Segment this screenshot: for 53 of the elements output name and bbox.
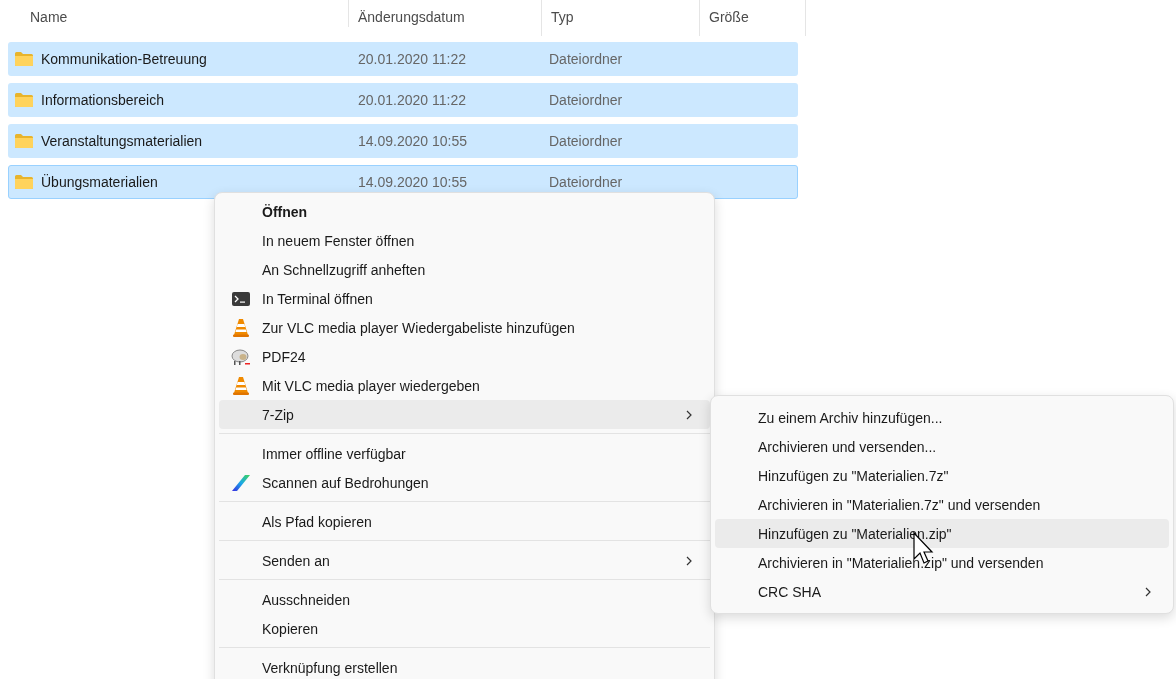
menu-item[interactable]: Ausschneiden	[219, 585, 710, 614]
file-name: Informationsbereich	[40, 92, 165, 108]
menu-item[interactable]: Zu einem Archiv hinzufügen...	[715, 403, 1169, 432]
modified-date: 20.01.2020 11:22	[358, 92, 467, 108]
modified-date: 14.09.2020 10:55	[358, 174, 468, 190]
menu-item[interactable]: Senden an	[219, 546, 710, 575]
folder-icon	[15, 93, 33, 107]
sheep-icon	[230, 347, 251, 366]
menu-item[interactable]: Archivieren und versenden...	[715, 432, 1169, 461]
file-type: Dateiordner	[549, 92, 623, 108]
menu-item[interactable]: PDF24	[219, 342, 710, 371]
traffic-cone-icon	[232, 318, 249, 337]
menu-item[interactable]: Archivieren in "Materialien.7z" und versenden	[715, 490, 1169, 519]
menu-item[interactable]: 7-Zip	[219, 400, 710, 429]
file-type: Dateiordner	[549, 51, 623, 67]
menu-item[interactable]: Scannen auf Bedrohungen	[219, 468, 710, 497]
file-name: Veranstaltungsmaterialien	[40, 133, 204, 149]
chevron-right-icon	[686, 555, 692, 566]
menu-item[interactable]: In neuem Fenster öffnen	[219, 226, 710, 255]
menu-item[interactable]: Öffnen	[219, 197, 710, 226]
folder-row[interactable]: Kommunikation-Betreuung 20.01.2020 11:22 Dateiordner	[8, 42, 798, 76]
column-header[interactable]: Änderungsdatum	[349, 0, 542, 36]
column-header[interactable]: Typ	[542, 0, 700, 36]
file-type: Dateiordner	[549, 174, 623, 190]
file-name: Kommunikation-Betreuung	[40, 51, 208, 67]
modified-date: 20.01.2020 11:22	[358, 51, 467, 67]
folder-icon	[15, 52, 33, 66]
menu-item[interactable]: Mit VLC media player wiedergeben	[219, 371, 710, 400]
column-header[interactable]: Größe	[700, 0, 806, 36]
menu-item[interactable]: CRC SHA	[715, 577, 1169, 606]
menu-item[interactable]: Hinzufügen zu "Materialien.zip"	[715, 519, 1169, 548]
folder-icon	[15, 175, 33, 189]
menu-item[interactable]: Immer offline verfügbar	[219, 439, 710, 468]
traffic-cone-icon	[232, 376, 249, 395]
column-header[interactable]: Name	[0, 0, 349, 27]
menu-item[interactable]: In Terminal öffnen	[219, 284, 710, 313]
chevron-right-icon	[1145, 586, 1151, 597]
terminal-icon	[231, 291, 250, 306]
folder-row[interactable]: Informationsbereich 20.01.2020 11:22 Dateiordner	[8, 83, 798, 117]
menu-item[interactable]: Archivieren in "Materialien.zip" und versenden	[715, 548, 1169, 577]
menu-item[interactable]: An Schnellzugriff anheften	[219, 255, 710, 284]
menu-item[interactable]: Kopieren	[219, 614, 710, 643]
menu-item[interactable]: Zur VLC media player Wiedergabeliste hinzufügen	[219, 313, 710, 342]
file-name: Übungsmaterialien	[40, 174, 159, 190]
folder-icon	[15, 134, 33, 148]
menu-item[interactable]: Hinzufügen zu "Materialien.7z"	[715, 461, 1169, 490]
stripe-icon	[230, 474, 251, 491]
folder-row[interactable]: Veranstaltungsmaterialien 14.09.2020 10:55 Dateiordner	[8, 124, 798, 158]
menu-item[interactable]: Verknüpfung erstellen	[219, 653, 710, 679]
file-type: Dateiordner	[549, 133, 623, 149]
chevron-right-icon	[686, 409, 692, 420]
modified-date: 14.09.2020 10:55	[358, 133, 468, 149]
menu-item[interactable]: Als Pfad kopieren	[219, 507, 710, 536]
